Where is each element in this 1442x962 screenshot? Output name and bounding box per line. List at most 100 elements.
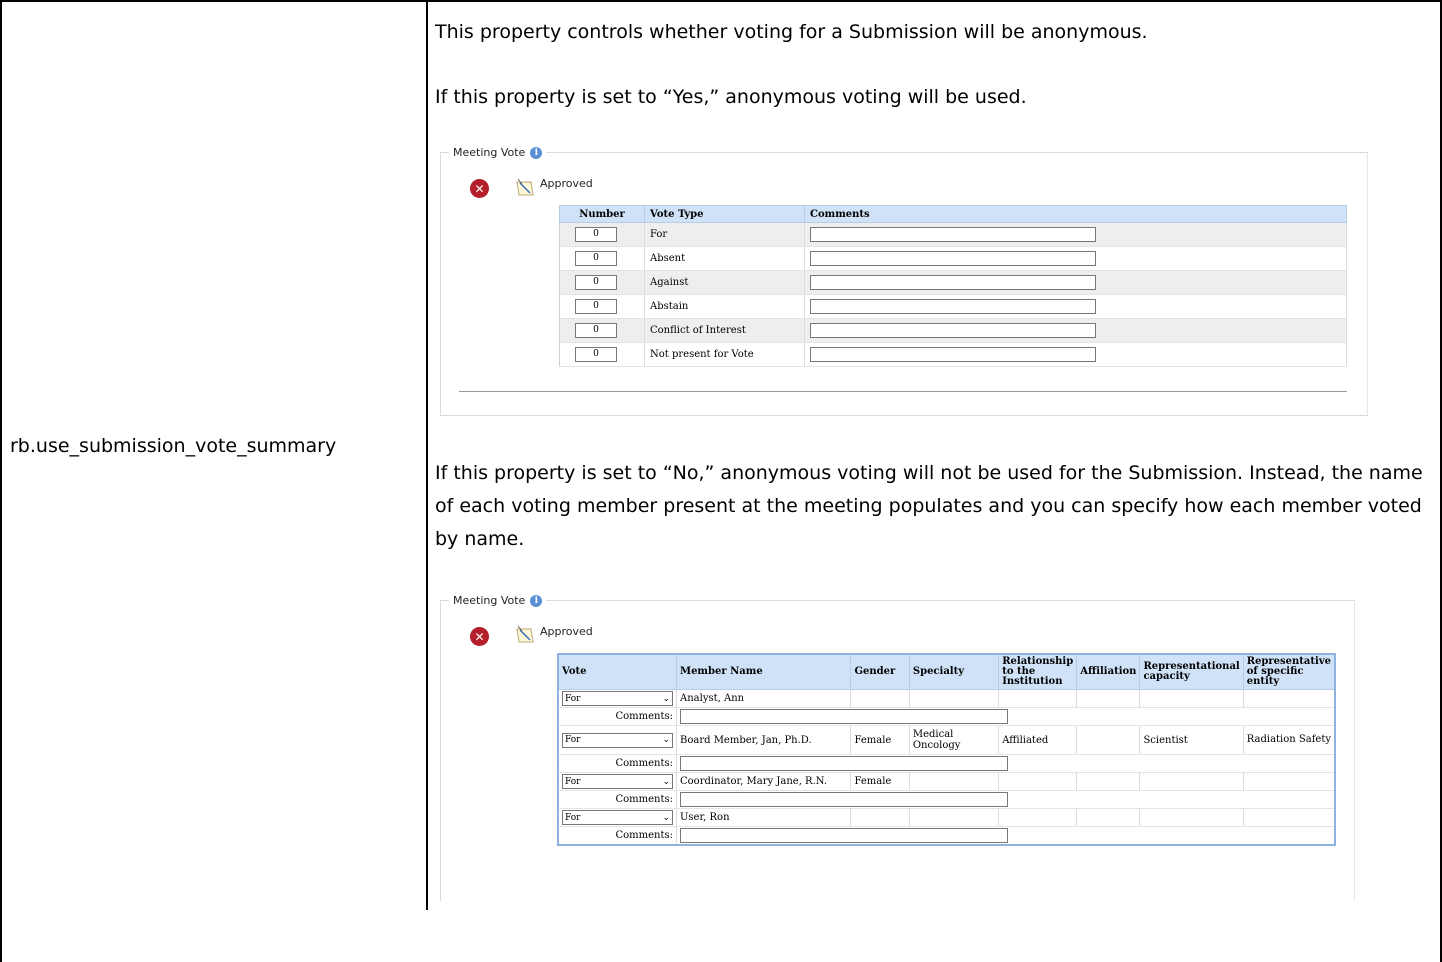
comments-input[interactable] <box>810 227 1096 242</box>
member-rep-entity <box>1243 689 1336 708</box>
property-name: rb.use_submission_vote_summary <box>10 435 337 457</box>
table-row: 0 Absent <box>559 246 1347 271</box>
delete-icon[interactable]: ✕ <box>470 627 489 646</box>
vote-select[interactable]: For ⌄ <box>562 732 673 748</box>
table-row: 0 For <box>559 222 1347 247</box>
meeting-vote-panel-named: Meeting Vote i ✕ Approved Vote Member Na… <box>440 594 1355 901</box>
vote-number-input[interactable]: 0 <box>575 227 617 242</box>
member-specialty <box>909 808 1000 827</box>
member-relationship <box>998 808 1078 827</box>
comments-input[interactable] <box>680 709 1008 724</box>
member-gender <box>850 808 910 827</box>
vote-type-label: Abstain <box>644 294 805 319</box>
member-rep-entity <box>1243 772 1336 791</box>
meeting-vote-title: Meeting Vote <box>453 146 526 159</box>
member-gender: Female <box>850 772 910 791</box>
comments-row: Comments: <box>558 754 1336 773</box>
vote-number-input[interactable]: 0 <box>575 299 617 314</box>
vote-type-label: Against <box>644 270 805 295</box>
comments-label: Comments: <box>558 707 677 726</box>
comments-input[interactable] <box>810 299 1096 314</box>
meeting-vote-panel-anonymous: Meeting Vote i ✕ Approved Number Vote Ty… <box>440 146 1368 416</box>
comments-row: Comments: <box>558 826 1336 846</box>
chevron-down-icon: ⌄ <box>662 693 670 704</box>
comments-input[interactable] <box>810 275 1096 290</box>
vote-type-label: Conflict of Interest <box>644 318 805 343</box>
chevron-down-icon: ⌄ <box>662 776 670 787</box>
description-no: If this property is set to “No,” anonymo… <box>435 462 1423 550</box>
comments-input[interactable] <box>680 756 1008 771</box>
comments-label: Comments: <box>558 754 677 773</box>
member-affiliation <box>1076 808 1141 827</box>
info-icon[interactable]: i <box>530 594 543 607</box>
column-header-vote-type: Vote Type <box>644 205 805 223</box>
member-rep-capacity <box>1139 808 1244 827</box>
comments-input[interactable] <box>810 323 1096 338</box>
chevron-down-icon: ⌄ <box>662 735 670 745</box>
member-specialty <box>909 772 1000 791</box>
member-name: Analyst, Ann <box>676 689 852 708</box>
vote-status: Approved <box>540 177 593 190</box>
column-header-representative-entity: Representative of specific entity <box>1242 653 1336 690</box>
member-relationship <box>998 772 1078 791</box>
vote-select-value: For <box>565 693 581 704</box>
member-gender: Female <box>850 725 910 755</box>
column-header-representational-capacity: Representational capacity <box>1139 653 1244 690</box>
comments-label: Comments: <box>558 826 677 846</box>
member-affiliation <box>1076 725 1141 755</box>
vote-number-input[interactable]: 0 <box>575 347 617 362</box>
comments-label: Comments: <box>558 790 677 809</box>
vote-type-label: For <box>644 222 805 247</box>
member-row: For ⌄ User, Ron <box>558 808 1336 827</box>
meeting-vote-legend: Meeting Vote i <box>449 594 547 607</box>
vote-type-label: Absent <box>644 246 805 271</box>
member-specialty: Medical Oncology <box>909 725 1000 755</box>
edit-notes-icon[interactable] <box>515 625 535 643</box>
vote-count-table: Number Vote Type Comments 0 For 0 Absent… <box>559 205 1347 367</box>
column-header-number: Number <box>559 205 645 223</box>
column-divider <box>426 0 428 910</box>
meeting-vote-title: Meeting Vote <box>453 594 526 607</box>
vote-select[interactable]: For ⌄ <box>562 691 673 706</box>
panel-divider <box>459 391 1347 392</box>
description-yes: If this property is set to “Yes,” anonym… <box>435 86 1027 108</box>
member-vote-table: Vote Member Name Gender Specialty Relati… <box>557 653 1336 846</box>
edit-notes-icon[interactable] <box>515 178 535 196</box>
comments-input[interactable] <box>810 251 1096 266</box>
member-rep-capacity <box>1139 772 1244 791</box>
comments-input[interactable] <box>680 792 1008 807</box>
column-header-comments: Comments <box>804 205 1347 223</box>
member-name: User, Ron <box>676 808 852 827</box>
comments-row: Comments: <box>558 790 1336 809</box>
column-header-affiliation: Affiliation <box>1076 653 1141 690</box>
comments-input[interactable] <box>680 828 1008 843</box>
member-row: For ⌄ Analyst, Ann <box>558 689 1336 708</box>
info-icon[interactable]: i <box>530 146 543 159</box>
vote-select-value: For <box>565 776 581 787</box>
column-header-vote: Vote <box>557 653 677 690</box>
member-gender <box>850 689 910 708</box>
vote-select-value: For <box>565 812 581 823</box>
member-row: For ⌄ Board Member, Jan, Ph.D. Female Med… <box>558 725 1336 755</box>
member-rep-entity <box>1243 808 1336 827</box>
column-header-member-name: Member Name <box>675 653 852 690</box>
member-rep-capacity <box>1139 689 1244 708</box>
vote-select[interactable]: For ⌄ <box>562 810 673 825</box>
meeting-vote-legend: Meeting Vote i <box>449 146 547 159</box>
table-row: 0 Abstain <box>559 294 1347 319</box>
member-relationship <box>998 689 1078 708</box>
vote-number-input[interactable]: 0 <box>575 323 617 338</box>
column-header-relationship: Relationship to the Institution <box>998 653 1078 690</box>
chevron-down-icon: ⌄ <box>662 812 670 823</box>
vote-number-input[interactable]: 0 <box>575 275 617 290</box>
member-relationship: Affiliated <box>998 725 1078 755</box>
table-row: 0 Conflict of Interest <box>559 318 1347 343</box>
member-name: Board Member, Jan, Ph.D. <box>676 725 852 755</box>
vote-select[interactable]: For ⌄ <box>562 774 673 789</box>
column-header-gender: Gender <box>850 653 910 690</box>
vote-type-label: Not present for Vote <box>644 342 805 367</box>
vote-status: Approved <box>540 625 593 638</box>
comments-input[interactable] <box>810 347 1096 362</box>
vote-number-input[interactable]: 0 <box>575 251 617 266</box>
delete-icon[interactable]: ✕ <box>470 179 489 198</box>
